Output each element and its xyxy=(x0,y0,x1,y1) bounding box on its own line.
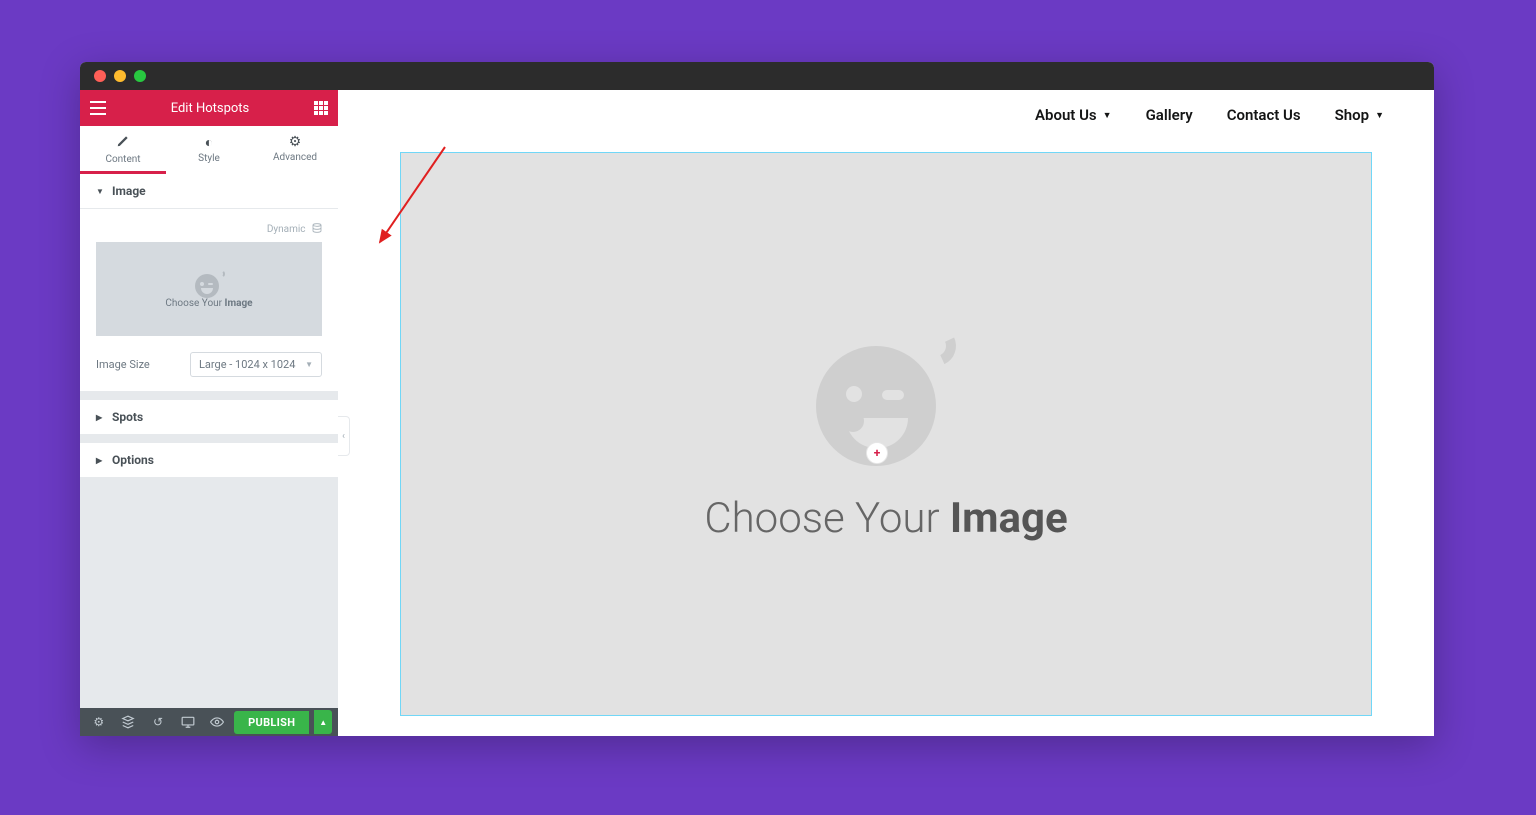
sidebar-footer: ⚙ ↺ PUBLISH ▲ xyxy=(80,708,338,736)
browser-frame: Edit Hotspots Content ◐ Style ⚙ Advanced xyxy=(80,62,1434,736)
caret-down-icon: ▼ xyxy=(1375,110,1384,121)
section-options-header[interactable]: ▶ Options xyxy=(80,443,338,478)
hamburger-menu-icon[interactable] xyxy=(90,101,106,115)
section-image-header[interactable]: ▼ Image xyxy=(80,174,338,209)
image-picker[interactable]: Choose Your Image xyxy=(96,242,322,336)
hotspot-widget-canvas[interactable]: + Choose Your Image xyxy=(400,152,1372,716)
canvas-placeholder-text: Choose Your Image xyxy=(704,494,1067,543)
add-hotspot-button[interactable]: + xyxy=(866,442,888,464)
database-icon xyxy=(312,223,322,236)
nav-about-us[interactable]: About Us ▼ xyxy=(1035,106,1112,124)
section-image-body: Dynamic C xyxy=(80,209,338,392)
editor-sidebar: Edit Hotspots Content ◐ Style ⚙ Advanced xyxy=(80,90,338,736)
pencil-icon xyxy=(80,134,166,152)
caret-down-icon: ▼ xyxy=(96,187,104,196)
image-size-select[interactable]: Large - 1024 x 1024 ▼ xyxy=(190,352,322,377)
window-maximize-button[interactable] xyxy=(134,70,146,82)
canvas-wrapper: + Choose Your Image xyxy=(338,140,1434,736)
image-picker-label: Choose Your Image xyxy=(165,298,252,309)
publish-options-caret[interactable]: ▲ xyxy=(314,710,332,734)
sidebar-collapse-handle[interactable]: ‹ xyxy=(338,416,350,456)
placeholder-face-icon xyxy=(195,270,223,298)
contrast-icon: ◐ xyxy=(166,134,252,151)
site-topnav: About Us ▼ Gallery Contact Us Shop ▼ xyxy=(338,90,1434,140)
navigator-icon[interactable] xyxy=(116,712,142,732)
sidebar-title: Edit Hotspots xyxy=(171,101,250,116)
sidebar-tabs: Content ◐ Style ⚙ Advanced xyxy=(80,126,338,174)
tab-content-label: Content xyxy=(105,154,140,165)
caret-right-icon: ▶ xyxy=(96,413,104,422)
tab-style-label: Style xyxy=(198,153,220,164)
nav-contact-us[interactable]: Contact Us xyxy=(1227,106,1301,124)
preview-area: About Us ▼ Gallery Contact Us Shop ▼ xyxy=(338,90,1434,736)
image-size-value: Large - 1024 x 1024 xyxy=(199,358,295,371)
panel-body: ▼ Image Dynamic xyxy=(80,174,338,708)
window-titlebar xyxy=(80,62,1434,90)
tab-advanced[interactable]: ⚙ Advanced xyxy=(252,126,338,174)
tab-style[interactable]: ◐ Style xyxy=(166,126,252,174)
caret-down-icon: ▼ xyxy=(1103,110,1112,121)
section-options-label: Options xyxy=(112,453,154,467)
widgets-grid-icon[interactable] xyxy=(314,101,328,115)
image-size-row: Image Size Large - 1024 x 1024 ▼ xyxy=(96,352,322,377)
placeholder-face-icon: + xyxy=(816,326,956,466)
preview-eye-icon[interactable] xyxy=(205,712,231,732)
dynamic-label: Dynamic xyxy=(267,224,306,235)
sidebar-header: Edit Hotspots xyxy=(80,90,338,126)
caret-down-icon: ▼ xyxy=(305,360,313,369)
dynamic-tags-toggle[interactable]: Dynamic xyxy=(96,223,322,236)
tab-advanced-label: Advanced xyxy=(273,152,317,163)
nav-shop[interactable]: Shop ▼ xyxy=(1335,106,1384,124)
window-close-button[interactable] xyxy=(94,70,106,82)
history-icon[interactable]: ↺ xyxy=(145,712,171,732)
section-spots-header[interactable]: ▶ Spots xyxy=(80,400,338,435)
responsive-icon[interactable] xyxy=(175,712,201,732)
settings-gear-icon[interactable]: ⚙ xyxy=(86,712,112,732)
image-size-label: Image Size xyxy=(96,358,150,371)
caret-right-icon: ▶ xyxy=(96,456,104,465)
app-body: Edit Hotspots Content ◐ Style ⚙ Advanced xyxy=(80,90,1434,736)
gear-icon: ⚙ xyxy=(252,134,338,150)
tab-content[interactable]: Content xyxy=(80,126,166,174)
section-image-label: Image xyxy=(112,184,146,198)
window-minimize-button[interactable] xyxy=(114,70,126,82)
section-spots-label: Spots xyxy=(112,410,143,424)
nav-gallery[interactable]: Gallery xyxy=(1146,106,1193,124)
publish-button[interactable]: PUBLISH xyxy=(234,711,309,734)
